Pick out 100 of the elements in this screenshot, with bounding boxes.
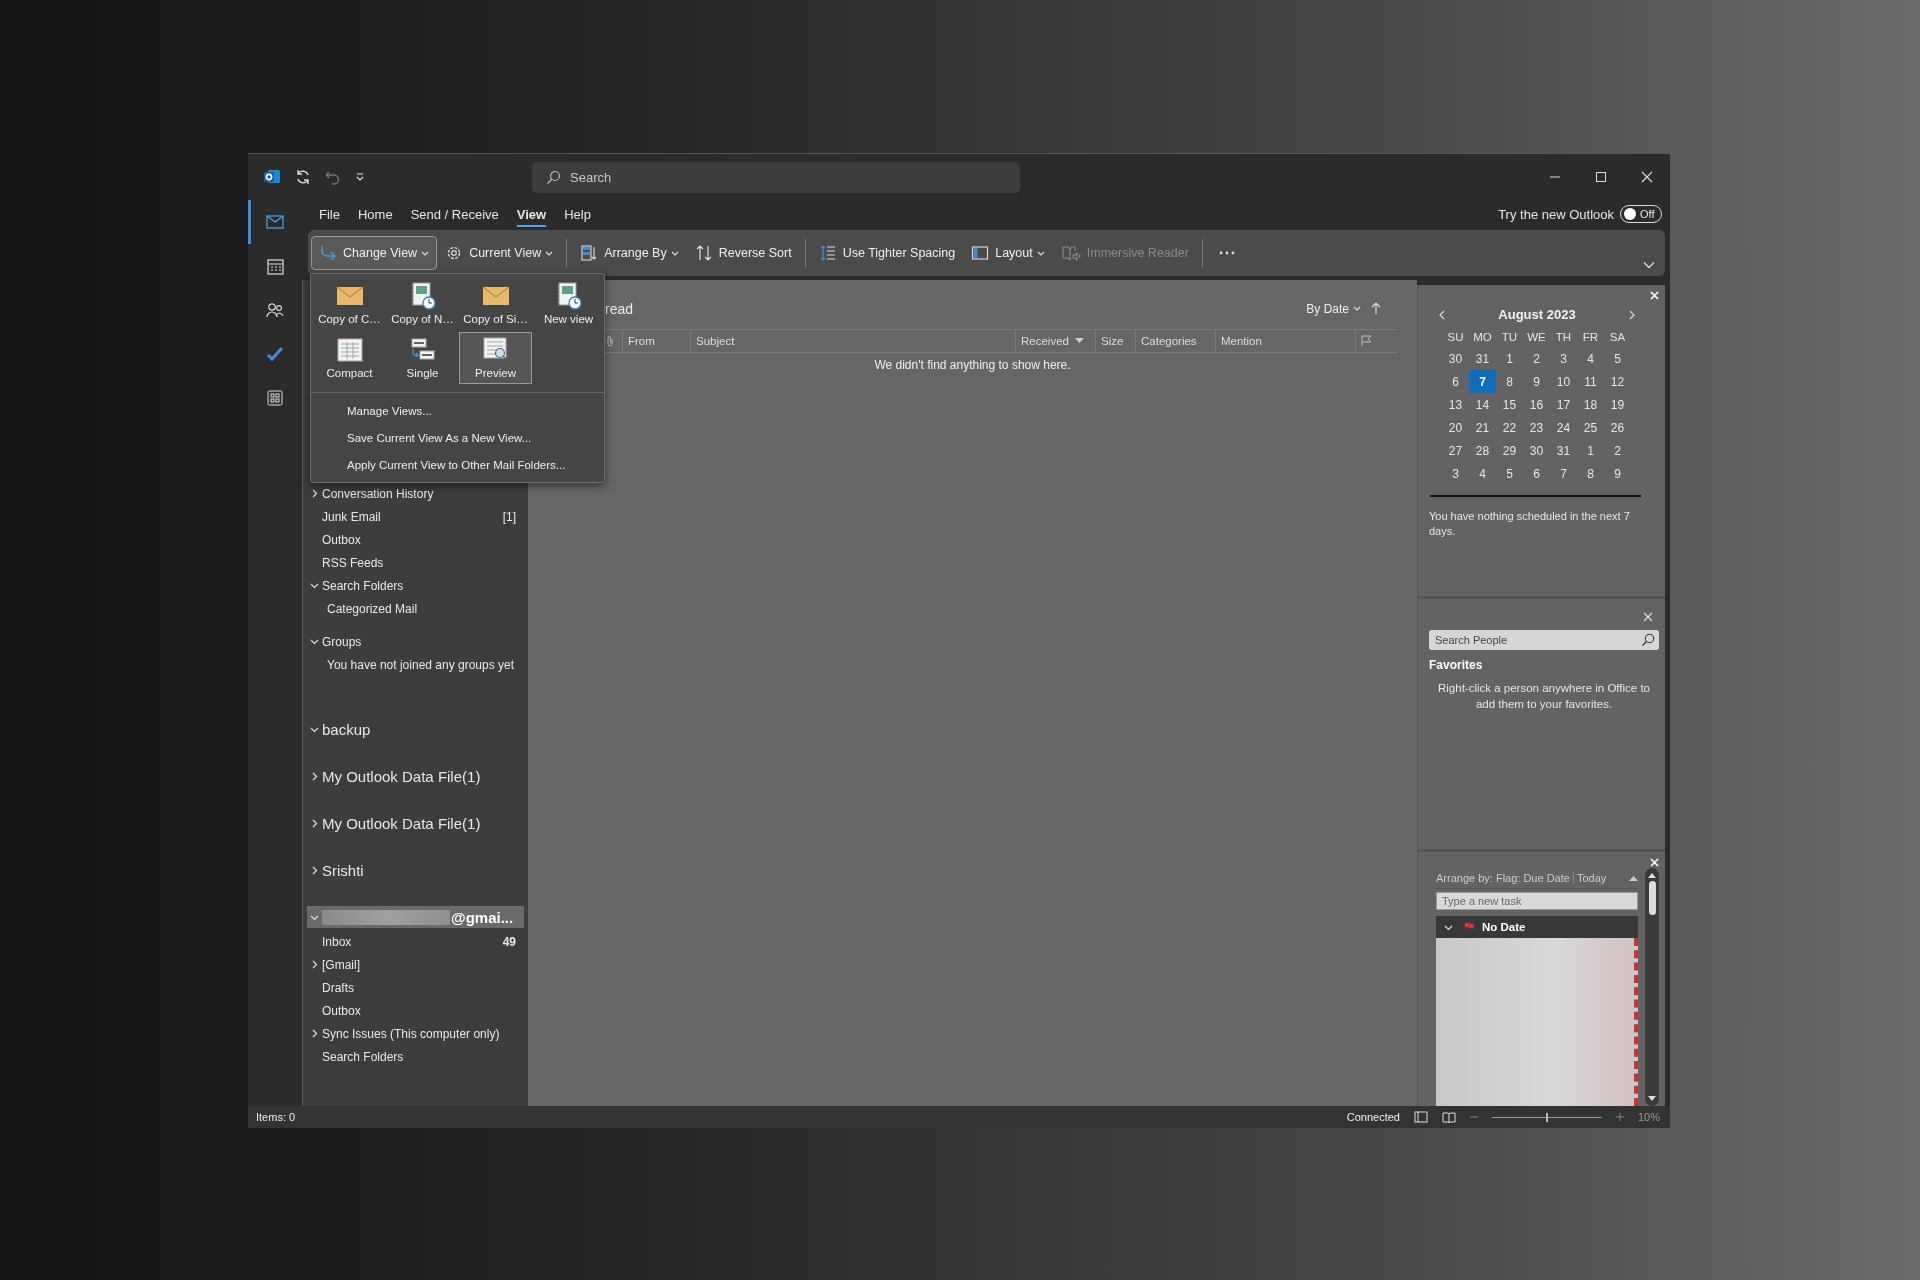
menu-tab[interactable]: Help — [556, 202, 599, 226]
flag-icon[interactable] — [1361, 335, 1372, 347]
view-option[interactable]: New view — [532, 278, 605, 330]
calendar-day[interactable]: 17 — [1550, 393, 1577, 416]
calendar-day[interactable]: 28 — [1469, 439, 1496, 462]
view-option[interactable]: Copy of C… — [313, 278, 386, 330]
calendar-day[interactable]: 11 — [1577, 370, 1604, 393]
calendar-day[interactable]: 5 — [1496, 462, 1523, 485]
calendar-day[interactable]: 4 — [1577, 347, 1604, 370]
reverse-sort-button[interactable]: Reverse Sort — [686, 236, 800, 270]
column-header[interactable]: Received — [1015, 330, 1095, 352]
calendar-day[interactable]: 30 — [1442, 347, 1469, 370]
calendar-day[interactable]: 3 — [1550, 347, 1577, 370]
search-people-field[interactable]: Search People — [1429, 630, 1659, 650]
menu-item[interactable]: Apply Current View to Other Mail Folders... — [311, 451, 604, 478]
close-icon[interactable] — [1643, 612, 1653, 622]
column-header[interactable]: Size — [1095, 330, 1135, 352]
chevron-right-icon[interactable] — [310, 772, 319, 781]
column-header[interactable]: Mention — [1215, 330, 1355, 352]
calendar-day[interactable]: 26 — [1604, 416, 1631, 439]
column-header[interactable]: Categories — [1135, 330, 1215, 352]
task-group-header[interactable]: No Date — [1436, 916, 1638, 938]
chevron-right-icon[interactable] — [310, 819, 319, 828]
calendar-day[interactable]: 30 — [1523, 439, 1550, 462]
calendar-day[interactable]: 2 — [1604, 439, 1631, 462]
menu-tab[interactable]: Send / Receive — [402, 202, 507, 226]
view-option[interactable]: Single — [386, 332, 459, 384]
outlook-logo-icon[interactable] — [263, 169, 281, 185]
folder-item[interactable]: Drafts — [303, 976, 528, 999]
view-option[interactable]: Copy of Si… — [459, 278, 532, 330]
customize-toolbar-icon[interactable] — [355, 172, 365, 182]
scrollbar[interactable] — [1645, 868, 1659, 1106]
calendar-day[interactable]: 1 — [1496, 347, 1523, 370]
calendar-day[interactable]: 19 — [1604, 393, 1631, 416]
paperclip-icon[interactable] — [606, 335, 614, 347]
folder-item[interactable]: Sync Issues (This computer only) — [303, 1022, 528, 1045]
calendar-day[interactable]: 21 — [1469, 416, 1496, 439]
current-view-button[interactable]: Current View — [437, 236, 562, 270]
calendar-day[interactable]: 6 — [1442, 370, 1469, 393]
calendar-day[interactable]: 15 — [1496, 393, 1523, 416]
menu-item[interactable]: Save Current View As a New View... — [311, 424, 604, 451]
reading-view-button[interactable] — [1441, 1111, 1456, 1123]
account-item[interactable]: Srishti — [303, 847, 524, 894]
chevron-down-icon[interactable] — [310, 725, 319, 734]
calendar-day[interactable]: 8 — [1577, 462, 1604, 485]
column-header[interactable]: Subject — [690, 330, 1015, 352]
next-month-icon[interactable] — [1629, 309, 1636, 320]
calendar-day[interactable]: 31 — [1469, 347, 1496, 370]
calendar-day[interactable]: 14 — [1469, 393, 1496, 416]
chevron-down-icon[interactable] — [310, 637, 319, 646]
calendar-day[interactable]: 9 — [1523, 370, 1550, 393]
calendar-day[interactable]: 8 — [1496, 370, 1523, 393]
chevron-down-icon[interactable] — [310, 581, 319, 590]
calendar-day[interactable]: 2 — [1523, 347, 1550, 370]
layout-button[interactable]: Layout — [963, 236, 1053, 270]
menu-tab[interactable]: Home — [349, 202, 401, 226]
calendar-day[interactable]: 24 — [1550, 416, 1577, 439]
calendar-day[interactable]: 20 — [1442, 416, 1469, 439]
zoom-thumb[interactable] — [1545, 1112, 1548, 1122]
normal-view-button[interactable] — [1413, 1111, 1428, 1123]
calendar-day[interactable]: 31 — [1550, 439, 1577, 462]
chevron-right-icon[interactable] — [310, 489, 319, 498]
calendar-day[interactable]: 10 — [1550, 370, 1577, 393]
folder-item[interactable]: Categorized Mail — [303, 597, 528, 620]
calendar-day[interactable]: 3 — [1442, 462, 1469, 485]
undo-icon[interactable] — [325, 169, 341, 185]
calendar-day[interactable]: 29 — [1496, 439, 1523, 462]
arrange-by-label[interactable]: Arrange by: Flag: Due Date — [1436, 872, 1570, 884]
menu-item[interactable]: Manage Views... — [311, 397, 604, 424]
sort-dropdown[interactable]: By Date — [1306, 301, 1361, 316]
calendar-day[interactable]: 13 — [1442, 393, 1469, 416]
folder-item[interactable]: Search Folders — [303, 1045, 528, 1068]
calendar-day[interactable]: 7 — [1469, 370, 1496, 393]
calendar-day[interactable]: 16 — [1523, 393, 1550, 416]
calendar-day[interactable]: 4 — [1469, 462, 1496, 485]
calendar-day[interactable]: 1 — [1577, 439, 1604, 462]
scroll-down-icon[interactable] — [1648, 1096, 1656, 1102]
menu-tab[interactable]: View — [508, 202, 555, 226]
arrange-value[interactable]: Today — [1572, 872, 1607, 884]
folder-item[interactable]: Conversation History — [303, 482, 528, 505]
calendar-day[interactable]: 12 — [1604, 370, 1631, 393]
chevron-right-icon[interactable] — [310, 960, 319, 969]
calendar-day[interactable]: 23 — [1523, 416, 1550, 439]
folder-item[interactable]: [Gmail] — [303, 953, 528, 976]
calendar-day[interactable]: 6 — [1523, 462, 1550, 485]
account-item[interactable]: My Outlook Data File(1) — [303, 753, 524, 800]
tighter-spacing-button[interactable]: Use Tighter Spacing — [810, 236, 964, 270]
chevron-right-icon[interactable] — [310, 866, 319, 875]
account-item[interactable]: My Outlook Data File(1) — [303, 800, 524, 847]
zoom-in-icon[interactable] — [1615, 1113, 1624, 1121]
scrollbar-thumb[interactable] — [1648, 881, 1656, 915]
folder-item[interactable]: You have not joined any groups yet — [303, 653, 528, 676]
view-option[interactable]: Compact — [313, 332, 386, 384]
calendar-day[interactable]: 7 — [1550, 462, 1577, 485]
folder-item[interactable]: Search Folders — [303, 574, 528, 597]
calendar-day[interactable]: 9 — [1604, 462, 1631, 485]
sync-icon[interactable] — [295, 169, 311, 185]
menu-tab[interactable]: File — [311, 202, 348, 226]
view-option[interactable]: Copy of N… — [386, 278, 459, 330]
arrange-by-button[interactable]: Arrange By — [572, 236, 687, 270]
